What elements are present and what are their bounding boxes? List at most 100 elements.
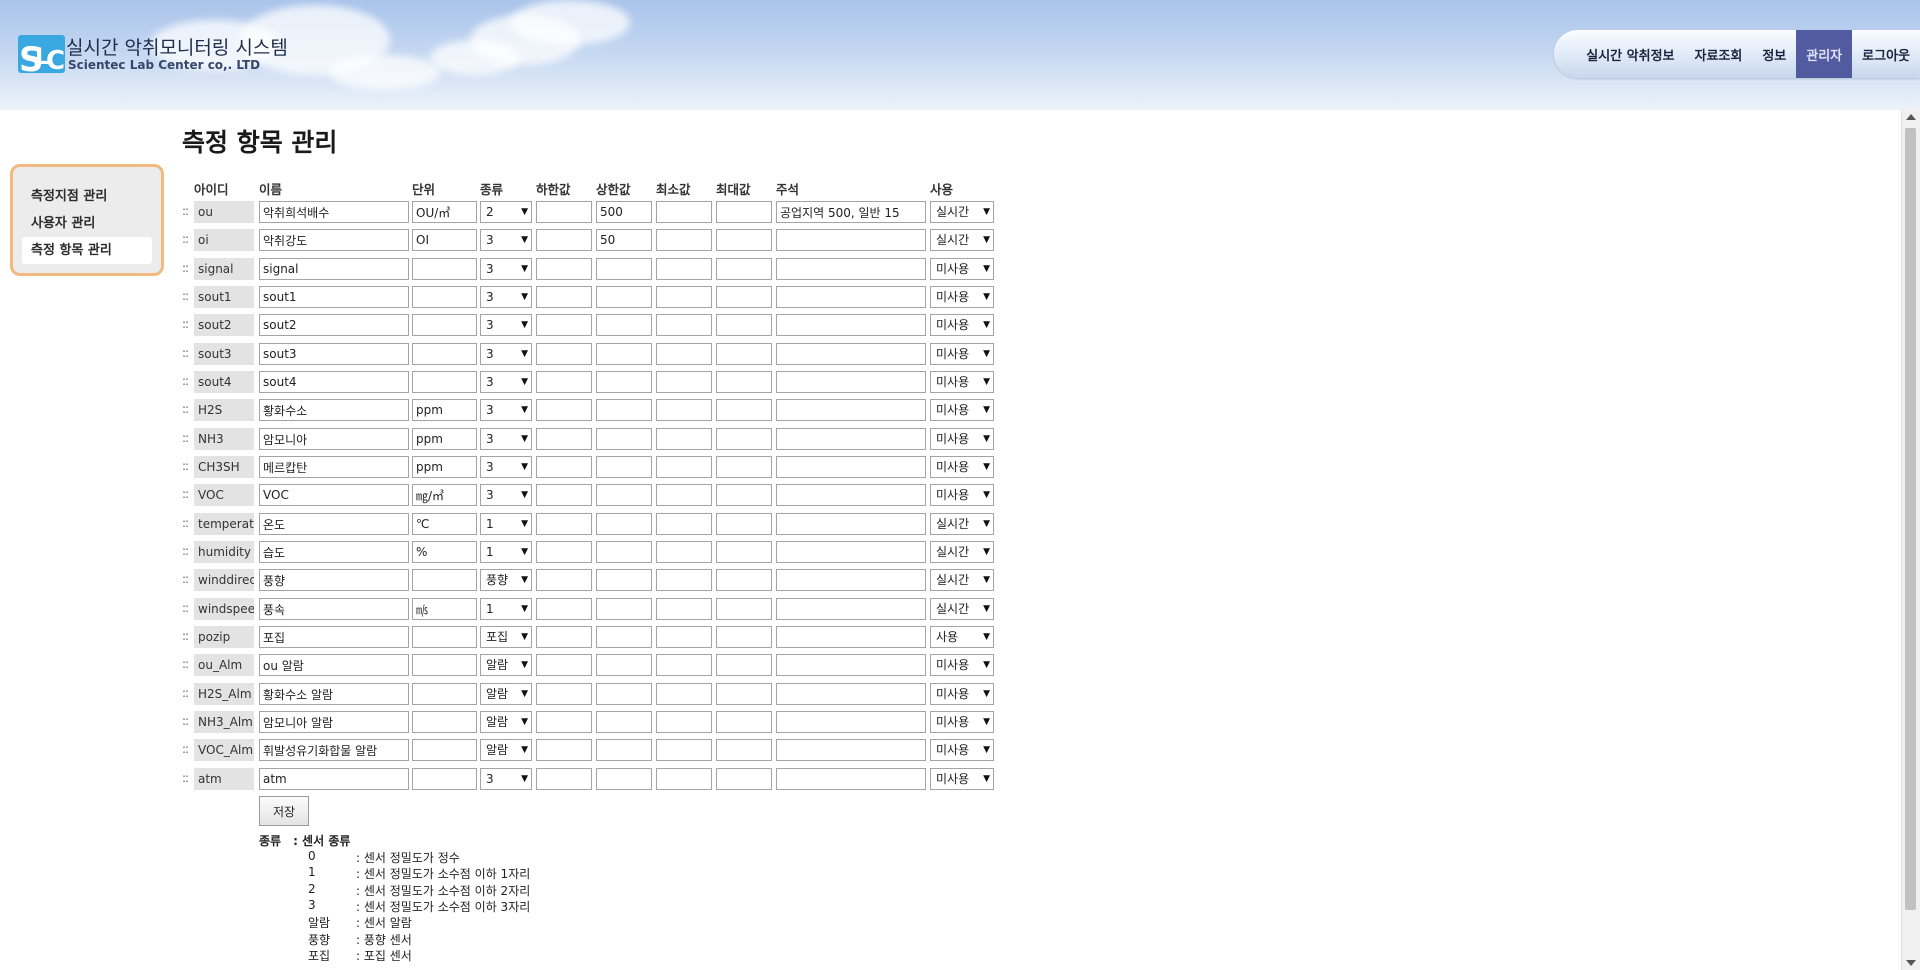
type-select[interactable]: 3 ▼ (480, 229, 532, 251)
nav-data-query[interactable]: 자료조회 (1685, 30, 1753, 78)
drag-handle-icon[interactable]: :: (182, 742, 189, 756)
use-select[interactable]: 미사용 ▼ (930, 654, 994, 676)
min-value-input[interactable] (656, 768, 712, 790)
max-value-input[interactable] (716, 258, 772, 280)
name-input[interactable] (259, 569, 409, 591)
nav-logout[interactable]: 로그아웃 (1852, 30, 1920, 78)
name-input[interactable] (259, 654, 409, 676)
unit-input[interactable] (412, 201, 477, 223)
drag-handle-icon[interactable]: :: (182, 516, 189, 530)
drag-handle-icon[interactable]: :: (182, 346, 189, 360)
max-value-input[interactable] (716, 768, 772, 790)
high-limit-input[interactable] (596, 513, 652, 535)
note-input[interactable] (776, 654, 926, 676)
use-select[interactable]: 실시간 ▼ (930, 513, 994, 535)
max-value-input[interactable] (716, 683, 772, 705)
high-limit-input[interactable] (596, 371, 652, 393)
unit-input[interactable] (412, 541, 477, 563)
high-limit-input[interactable] (596, 428, 652, 450)
use-select[interactable]: 실시간 ▼ (930, 201, 994, 223)
min-value-input[interactable] (656, 598, 712, 620)
name-input[interactable] (259, 626, 409, 648)
name-input[interactable] (259, 399, 409, 421)
unit-input[interactable] (412, 711, 477, 733)
max-value-input[interactable] (716, 739, 772, 761)
drag-handle-icon[interactable]: :: (182, 374, 189, 388)
unit-input[interactable] (412, 513, 477, 535)
high-limit-input[interactable] (596, 484, 652, 506)
unit-input[interactable] (412, 343, 477, 365)
scroll-up-arrow-icon[interactable] (1906, 114, 1916, 120)
min-value-input[interactable] (656, 541, 712, 563)
low-limit-input[interactable] (536, 371, 592, 393)
note-input[interactable] (776, 343, 926, 365)
scroll-down-arrow-icon[interactable] (1906, 960, 1916, 966)
use-select[interactable]: 미사용 ▼ (930, 343, 994, 365)
unit-input[interactable] (412, 286, 477, 308)
max-value-input[interactable] (716, 598, 772, 620)
name-input[interactable] (259, 768, 409, 790)
unit-input[interactable] (412, 456, 477, 478)
use-select[interactable]: 실시간 ▼ (930, 541, 994, 563)
drag-handle-icon[interactable]: :: (182, 601, 189, 615)
name-input[interactable] (259, 371, 409, 393)
drag-handle-icon[interactable]: :: (182, 487, 189, 501)
max-value-input[interactable] (716, 541, 772, 563)
min-value-input[interactable] (656, 371, 712, 393)
high-limit-input[interactable] (596, 654, 652, 676)
high-limit-input[interactable] (596, 569, 652, 591)
type-select[interactable]: 3 ▼ (480, 343, 532, 365)
high-limit-input[interactable] (596, 456, 652, 478)
max-value-input[interactable] (716, 229, 772, 251)
unit-input[interactable] (412, 258, 477, 280)
unit-input[interactable] (412, 598, 477, 620)
type-select[interactable]: 3 ▼ (480, 258, 532, 280)
max-value-input[interactable] (716, 428, 772, 450)
max-value-input[interactable] (716, 569, 772, 591)
type-select[interactable]: 3 ▼ (480, 456, 532, 478)
max-value-input[interactable] (716, 286, 772, 308)
type-select[interactable]: 풍향 ▼ (480, 569, 532, 591)
note-input[interactable] (776, 456, 926, 478)
note-input[interactable] (776, 626, 926, 648)
low-limit-input[interactable] (536, 229, 592, 251)
use-select[interactable]: 미사용 ▼ (930, 371, 994, 393)
low-limit-input[interactable] (536, 711, 592, 733)
type-select[interactable]: 3 ▼ (480, 484, 532, 506)
min-value-input[interactable] (656, 428, 712, 450)
max-value-input[interactable] (716, 371, 772, 393)
min-value-input[interactable] (656, 683, 712, 705)
drag-handle-icon[interactable]: :: (182, 771, 189, 785)
low-limit-input[interactable] (536, 569, 592, 591)
note-input[interactable] (776, 541, 926, 563)
name-input[interactable] (259, 711, 409, 733)
unit-input[interactable] (412, 739, 477, 761)
type-select[interactable]: 3 ▼ (480, 399, 532, 421)
low-limit-input[interactable] (536, 598, 592, 620)
name-input[interactable] (259, 739, 409, 761)
max-value-input[interactable] (716, 343, 772, 365)
unit-input[interactable] (412, 484, 477, 506)
max-value-input[interactable] (716, 314, 772, 336)
type-select[interactable]: 1 ▼ (480, 598, 532, 620)
unit-input[interactable] (412, 314, 477, 336)
sidebar-item-user-management[interactable]: 사용자 관리 (22, 210, 152, 237)
low-limit-input[interactable] (536, 201, 592, 223)
high-limit-input[interactable] (596, 201, 652, 223)
low-limit-input[interactable] (536, 626, 592, 648)
min-value-input[interactable] (656, 484, 712, 506)
drag-handle-icon[interactable]: :: (182, 232, 189, 246)
note-input[interactable] (776, 428, 926, 450)
note-input[interactable] (776, 569, 926, 591)
name-input[interactable] (259, 428, 409, 450)
unit-input[interactable] (412, 428, 477, 450)
drag-handle-icon[interactable]: :: (182, 431, 189, 445)
use-select[interactable]: 미사용 ▼ (930, 711, 994, 733)
type-select[interactable]: 1 ▼ (480, 513, 532, 535)
unit-input[interactable] (412, 683, 477, 705)
drag-handle-icon[interactable]: :: (182, 459, 189, 473)
use-select[interactable]: 미사용 ▼ (930, 739, 994, 761)
low-limit-input[interactable] (536, 343, 592, 365)
max-value-input[interactable] (716, 654, 772, 676)
unit-input[interactable] (412, 371, 477, 393)
